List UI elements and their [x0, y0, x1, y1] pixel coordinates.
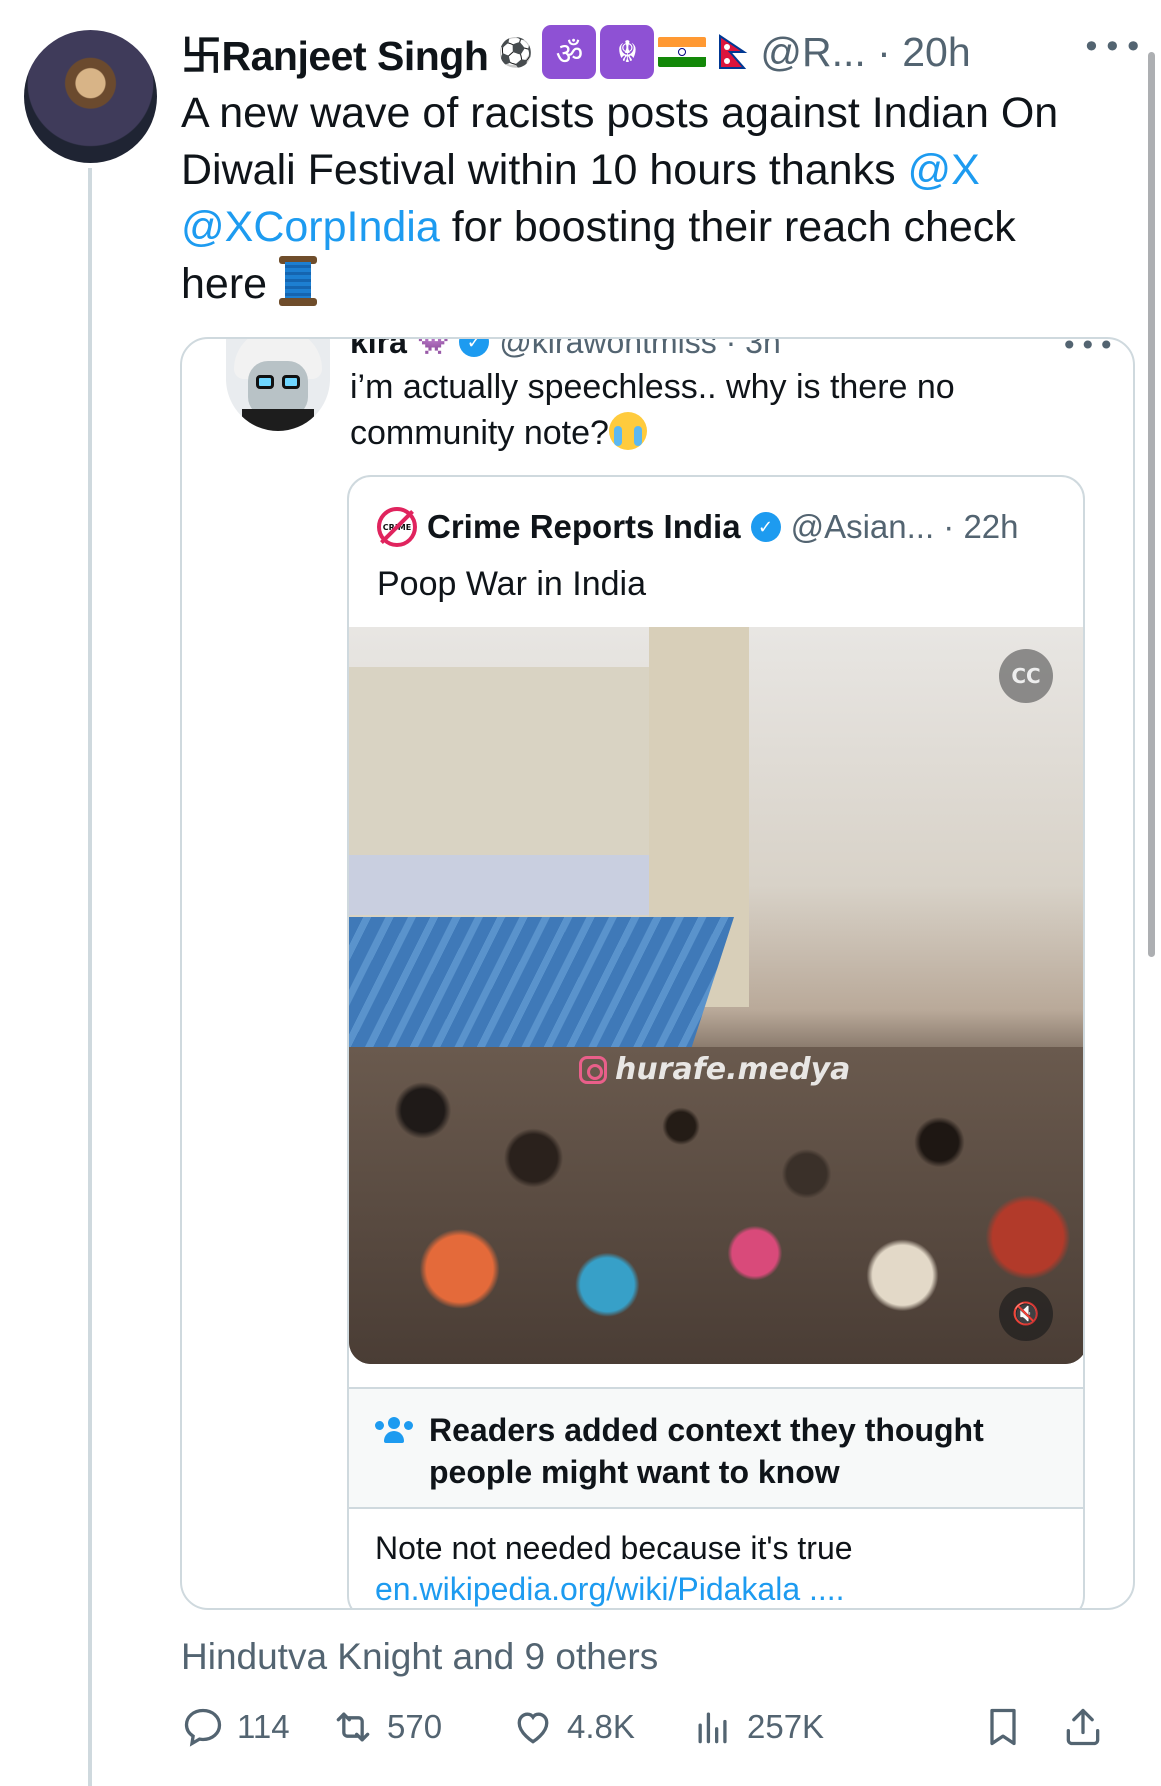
views-icon: [698, 1712, 727, 1744]
instagram-icon: [579, 1055, 607, 1084]
reply-button[interactable]: 114: [181, 1705, 290, 1749]
quoted-handle-time: @kirawontmiss · 3h: [499, 337, 781, 360]
nested-handle-time: @Asian... · 22h: [790, 508, 1019, 545]
quoted-author-avatar[interactable]: [226, 339, 330, 431]
soccer-ball-icon: ⚽: [497, 35, 533, 69]
author-name[interactable]: 卐Ranjeet Singh: [181, 22, 489, 82]
nested-text: Poop War in India: [377, 565, 646, 603]
nested-quoted-post[interactable]: CRIME Crime Reports India ✓ @Asian... · …: [347, 475, 1085, 1608]
repost-icon: [336, 1712, 370, 1742]
crying-face-icon: [608, 412, 647, 450]
nepal-flag-icon: [719, 34, 748, 69]
scrollbar[interactable]: [1148, 52, 1155, 957]
bookmark-icon: [990, 1708, 1016, 1746]
khanda-icon: ☬: [600, 25, 655, 79]
action-bar: 114 570 4.8K 257K: [181, 1705, 1131, 1765]
like-button[interactable]: 4.8K: [511, 1705, 635, 1749]
verified-badge-icon: ✓: [750, 512, 781, 542]
repost-button[interactable]: 570: [331, 1705, 442, 1749]
mute-button[interactable]: 🔇: [999, 1287, 1053, 1341]
share-button[interactable]: [1061, 1705, 1105, 1749]
om-icon: ॐ: [542, 25, 597, 79]
social-context[interactable]: Hindutva Knight and 9 others: [181, 1636, 658, 1678]
community-note[interactable]: Readers added context they thought peopl…: [349, 1387, 1083, 1608]
views-button[interactable]: 257K: [691, 1705, 824, 1749]
mention-x[interactable]: @X: [908, 146, 980, 194]
media-crowd: [349, 1047, 1083, 1364]
quoted-header: kira 👾 ✓ @kirawontmiss · 3h: [350, 337, 781, 367]
reply-icon: [184, 1708, 222, 1747]
like-count: 4.8K: [567, 1708, 635, 1745]
author-prefix: 卐: [181, 33, 222, 79]
mention-xcorpindia[interactable]: @XCorpIndia: [181, 203, 440, 251]
spool-of-thread-icon: [279, 256, 318, 306]
quoted-author-name[interactable]: kira: [350, 339, 407, 361]
media-watermark: hurafe.medya: [579, 1052, 850, 1087]
reply-count: 114: [237, 1708, 290, 1745]
video-media[interactable]: hurafe.medya CC 🔇: [349, 627, 1083, 1364]
media-blue-roof: [349, 917, 734, 1047]
nested-author-name[interactable]: Crime Reports India: [427, 508, 741, 546]
crime-logo-icon: CRIME: [377, 507, 417, 547]
community-note-title: Readers added context they thought peopl…: [429, 1412, 984, 1490]
community-note-header: Readers added context they thought peopl…: [349, 1389, 1083, 1509]
india-flag-icon: [658, 37, 707, 67]
quoted-more-icon[interactable]: •••: [1061, 339, 1117, 362]
author-avatar[interactable]: [24, 30, 157, 163]
handle-time[interactable]: @R... · 20h: [760, 29, 970, 76]
people-icon: [375, 1417, 413, 1447]
community-note-link[interactable]: en.wikipedia.org/wiki/Pidakala ....: [375, 1571, 845, 1608]
quoted-text: i’m actually speechless.. why is there n…: [350, 368, 955, 452]
more-options-icon[interactable]: •••: [1082, 28, 1145, 66]
post-header: 卐Ranjeet Singh ⚽ ॐ ☬ @R... · 20h: [181, 22, 1101, 82]
alien-monster-icon: 👾: [416, 337, 450, 357]
name-emojis: ⚽ ॐ ☬: [492, 25, 748, 79]
post-text: A new wave of racists posts against Indi…: [181, 89, 1059, 308]
thread-line: [88, 168, 92, 1786]
captions-button[interactable]: CC: [999, 649, 1053, 703]
quoted-post[interactable]: kira 👾 ✓ @kirawontmiss · 3h ••• i’m actu…: [180, 337, 1135, 1610]
heart-icon: [517, 1712, 549, 1744]
media-balcony: [349, 855, 649, 915]
bookmark-button[interactable]: [981, 1705, 1025, 1749]
repost-count: 570: [387, 1708, 443, 1745]
share-icon: [1066, 1708, 1100, 1746]
verified-badge-icon: ✓: [459, 339, 490, 357]
view-count: 257K: [747, 1708, 825, 1745]
community-note-body: Note not needed because it's true: [375, 1530, 853, 1566]
nested-header: CRIME Crime Reports India ✓ @Asian... · …: [377, 507, 1019, 547]
